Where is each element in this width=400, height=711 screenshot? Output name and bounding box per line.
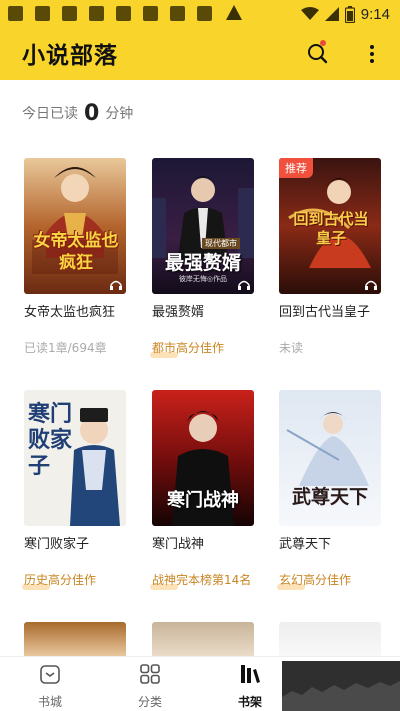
nav-label: 分类	[137, 695, 162, 709]
signal-icon	[324, 7, 339, 21]
bottom-nav: 书城 分类 书架	[0, 656, 400, 711]
book-cover-title: 最强赘婿	[164, 252, 241, 274]
book-cover-title: 寒门败家子	[28, 402, 73, 479]
notification-dot	[320, 40, 326, 46]
book-card[interactable]: 现代都市 最强赘婿 彼岸无悔◎作品 最强赘婿 都市高分佳作	[149, 158, 256, 358]
battery-icon	[344, 5, 355, 23]
notification-icon	[89, 6, 104, 21]
book-title[interactable]: 寒门败家子	[24, 533, 89, 552]
book-cover[interactable]: 寒门战神	[152, 390, 254, 526]
overlay-thumbnail	[282, 661, 400, 711]
book-title[interactable]: 寒门战神	[152, 533, 204, 552]
search-button[interactable]	[304, 40, 332, 68]
book-cover[interactable]: 现代都市 最强赘婿 彼岸无悔◎作品	[152, 158, 254, 294]
nav-label: 书城	[37, 695, 62, 709]
more-button[interactable]	[362, 40, 382, 68]
book-title[interactable]: 女帝太监也疯狂	[24, 301, 115, 320]
today-reading-time: 今日已读 0 分钟	[22, 100, 133, 126]
warning-icon	[226, 5, 242, 20]
bookshelf-icon	[241, 665, 260, 683]
book-cover[interactable]: 寒门败家子	[24, 390, 126, 526]
notification-icon	[35, 6, 50, 21]
book-title[interactable]: 最强赘婿	[152, 301, 204, 320]
book-cover[interactable]	[24, 622, 126, 656]
book-cover[interactable]: 武尊天下	[279, 390, 381, 526]
notification-icon	[197, 6, 212, 21]
notification-icon	[116, 6, 131, 21]
app-header: 小说部落	[0, 28, 400, 80]
more-vertical-icon	[370, 45, 374, 63]
book-progress: 未读	[279, 341, 304, 355]
wifi-icon	[300, 7, 319, 20]
status-bar: 9:14	[0, 0, 400, 28]
book-cover-title: 寒门战神	[167, 490, 239, 511]
book-card[interactable]: 寒门战神 寒门战神 战神完本榜第14名	[149, 390, 256, 590]
grid-icon	[140, 664, 160, 684]
book-cover[interactable]: 女帝太监也疯狂	[24, 158, 126, 294]
audiobook-icon	[238, 280, 250, 290]
book-tag: 都市高分佳作	[149, 341, 225, 358]
book-progress: 已读1章/694章	[24, 341, 107, 355]
recommend-badge: 推荐	[279, 158, 313, 178]
audiobook-icon	[110, 280, 122, 290]
book-title[interactable]: 武尊天下	[279, 533, 331, 552]
book-tag: 玄幻高分佳作	[276, 573, 352, 590]
book-cover-title: 回到古代当皇子	[293, 210, 369, 247]
book-card[interactable]: 武尊天下 武尊天下 玄幻高分佳作	[276, 390, 383, 590]
book-tag: 历史高分佳作	[21, 573, 97, 590]
book-cover[interactable]	[279, 622, 381, 656]
book-cover-title: 女帝太监也疯狂	[33, 231, 119, 273]
nav-bookshelf[interactable]: 书架	[220, 661, 280, 709]
notification-icon	[62, 6, 77, 21]
notification-icon	[8, 6, 23, 21]
notification-icon	[143, 6, 158, 21]
audiobook-icon	[365, 280, 377, 290]
notification-icon	[170, 6, 185, 21]
nav-category[interactable]: 分类	[120, 661, 180, 709]
book-card[interactable]: 推荐 回到古代当皇子 回到古代当皇子 未读	[279, 158, 383, 358]
store-icon	[40, 665, 60, 684]
book-cover[interactable]	[152, 622, 254, 656]
app-title: 小说部落	[22, 43, 118, 69]
book-cover-title: 武尊天下	[291, 486, 368, 508]
book-tag: 战神完本榜第14名	[149, 573, 252, 590]
book-card[interactable]: 女帝太监也疯狂 女帝太监也疯狂 已读1章/694章	[24, 158, 128, 358]
book-title[interactable]: 回到古代当皇子	[279, 301, 370, 320]
status-time: 9:14	[360, 5, 390, 23]
nav-label: 书架	[237, 695, 262, 709]
book-cover[interactable]: 推荐 回到古代当皇子	[279, 158, 381, 294]
reading-count: 0	[84, 100, 100, 126]
search-icon	[308, 44, 328, 64]
nav-bookstore[interactable]: 书城	[20, 661, 80, 709]
book-card[interactable]: 寒门败家子 寒门败家子 历史高分佳作	[21, 390, 128, 590]
reading-suffix: 分钟	[105, 106, 134, 122]
reading-prefix: 今日已读	[22, 106, 78, 122]
